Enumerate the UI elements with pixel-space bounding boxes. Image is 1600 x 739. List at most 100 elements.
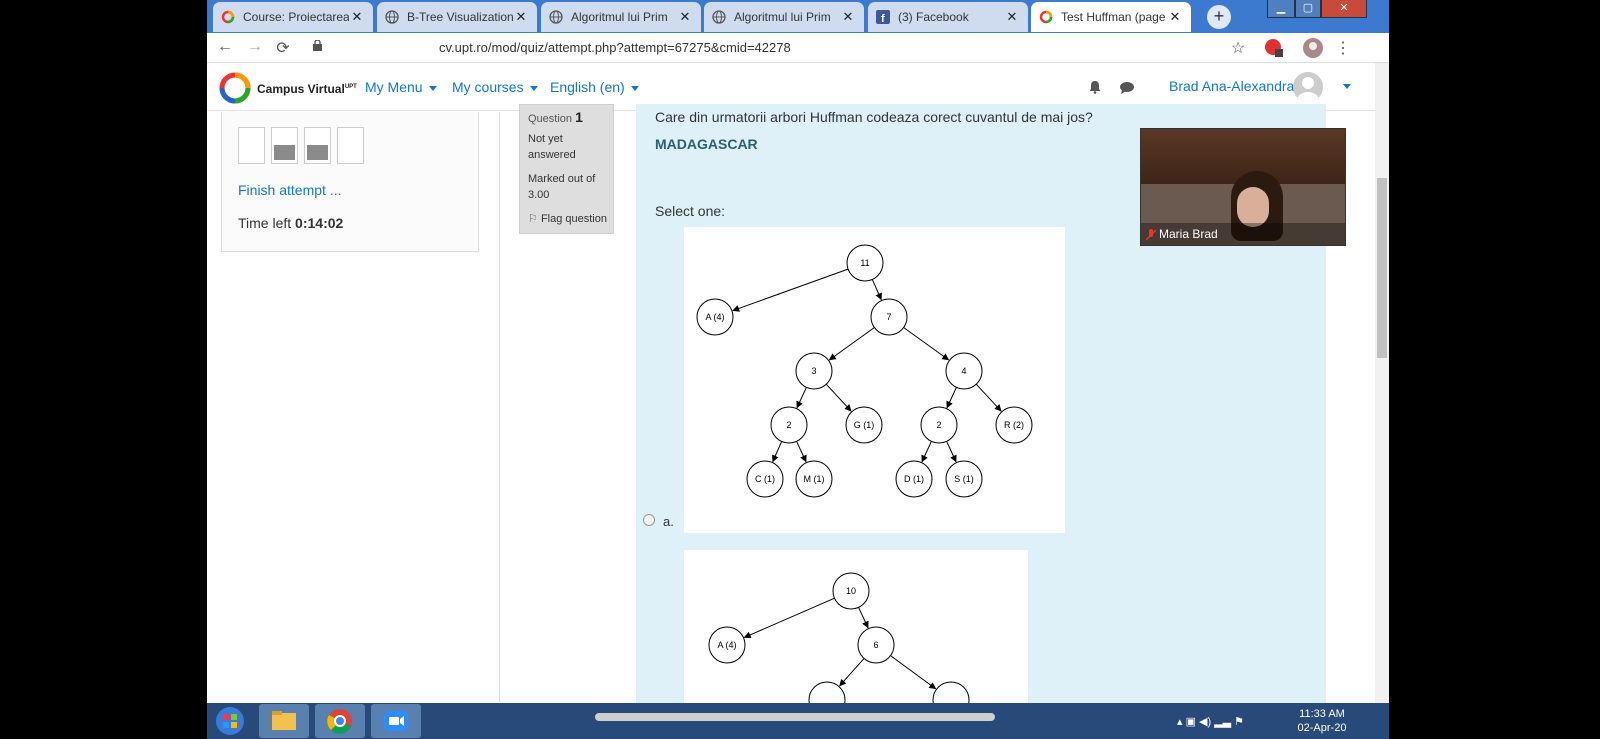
time-left-value: 0:14:02 <box>295 215 344 231</box>
url-input[interactable]: cv.upt.ro/mod/quiz/attempt.php?attempt=6… <box>307 36 1367 60</box>
logo-text: Campus VirtualUPT <box>257 82 357 96</box>
browser-tab[interactable]: Test Huffman (page 1 ✕ <box>1031 2 1191 32</box>
browser-tab[interactable]: Algoritmul lui Prim ✕ <box>541 2 701 32</box>
video-participant-name: Maria Brad <box>1159 227 1218 241</box>
tree-node: G (1) <box>845 406 883 444</box>
tree-edge <box>946 387 957 409</box>
tree-node: 2 <box>770 406 808 444</box>
taskbar-file-explorer-icon[interactable] <box>259 704 309 738</box>
moodle-icon <box>1039 10 1053 24</box>
horizontal-scroll-indicator[interactable] <box>595 713 995 721</box>
tab-label: Test Huffman (page 1 <box>1061 10 1167 24</box>
tree-node-label: 2 <box>786 420 791 430</box>
question-word: MADAGASCAR <box>655 136 758 152</box>
tree-node-label: G (1) <box>854 420 875 430</box>
quiz-navigation-block: Finish attempt ... Time left 0:14:02 <box>221 112 479 252</box>
globe-icon <box>385 10 399 24</box>
system-tray-icons[interactable]: ▴ ▣ ◀) ▂▃ ⚑ <box>1177 715 1244 728</box>
close-tab-icon[interactable]: ✕ <box>1167 9 1183 25</box>
tree-node-label: D (1) <box>904 474 924 484</box>
browser-menu-icon[interactable]: ⋮ <box>1333 38 1353 58</box>
windows-taskbar: ▴ ▣ ◀) ▂▃ ⚑ 11:33 AM 02-Apr-20 <box>207 703 1389 739</box>
globe-icon <box>712 10 726 24</box>
browser-tab[interactable]: Course: Proiectarea si✕ <box>213 2 373 32</box>
minimize-button[interactable]: ▁ <box>1267 0 1295 18</box>
tree-node: M (1) <box>795 460 833 498</box>
option-b-image: 10 A (4) 6 <box>684 550 1028 719</box>
video-call-window[interactable]: Maria Brad <box>1140 128 1346 246</box>
reload-button[interactable]: ⟳ <box>273 38 293 58</box>
bookmark-star-icon[interactable]: ☆ <box>1228 38 1248 58</box>
globe-icon <box>549 10 563 24</box>
tab-label: B-Tree Visualization <box>407 10 513 24</box>
tree-node: A (4) <box>708 626 746 664</box>
quiz-nav-question-button[interactable] <box>304 127 331 164</box>
user-avatar[interactable] <box>1293 72 1323 102</box>
tree-node: 3 <box>795 352 833 390</box>
nav-my-courses[interactable]: My courses <box>452 79 538 95</box>
close-tab-icon[interactable]: ✕ <box>1004 9 1020 25</box>
new-tab-button[interactable]: + <box>1207 5 1231 29</box>
maximize-button[interactable]: ▢ <box>1295 0 1321 18</box>
tree-edge <box>732 268 849 312</box>
video-person-face <box>1237 187 1269 227</box>
finish-attempt-link[interactable]: Finish attempt ... <box>238 182 341 198</box>
huffman-tree-b: 10 A (4) 6 <box>708 572 970 719</box>
taskbar-clock[interactable]: 11:33 AM 02-Apr-20 <box>1297 707 1347 735</box>
nav-my-menu[interactable]: My Menu <box>365 79 437 95</box>
quiz-nav-question-button[interactable] <box>271 127 298 164</box>
user-menu-caret-icon[interactable] <box>1343 84 1351 89</box>
notification-bell-icon[interactable] <box>1088 80 1102 94</box>
tab-label: (3) Facebook <box>898 10 969 24</box>
tree-edge <box>743 597 835 639</box>
quiz-nav-question-button[interactable] <box>337 127 364 164</box>
taskbar-chrome-icon[interactable] <box>315 704 365 738</box>
tree-node: 10 <box>832 572 870 610</box>
campus-virtual-logo[interactable] <box>219 72 251 104</box>
tree-edge <box>890 655 937 690</box>
tree-node-label: 2 <box>936 420 941 430</box>
flag-question-link[interactable]: ⚐ Flag question <box>528 212 607 225</box>
browser-tab[interactable]: B-Tree Visualization ✕ <box>377 2 537 32</box>
tree-edge <box>921 441 932 463</box>
browser-tab[interactable]: Algoritmul lui Prim ✕ <box>704 2 864 32</box>
clock-time: 11:33 AM <box>1299 708 1345 720</box>
moodle-icon <box>221 10 235 24</box>
tree-edge <box>871 279 882 301</box>
close-tab-icon[interactable]: ✕ <box>513 9 529 25</box>
close-tab-icon[interactable]: ✕ <box>840 9 856 25</box>
back-button[interactable]: ← <box>215 38 235 56</box>
close-tab-icon[interactable]: ✕ <box>349 9 365 25</box>
profile-avatar-icon[interactable] <box>1302 37 1324 59</box>
user-silhouette-icon <box>1297 77 1319 102</box>
tab-label: Algoritmul lui Prim <box>734 10 831 24</box>
close-window-button[interactable]: ✕ <box>1321 0 1367 18</box>
adblock-extension-icon[interactable] <box>1263 37 1285 59</box>
tree-node-label: C (1) <box>755 474 775 484</box>
tree-edge <box>796 441 807 463</box>
tree-edge <box>858 607 869 629</box>
close-tab-icon[interactable]: ✕ <box>677 9 693 25</box>
question-text: Care din urmatorii arbori Huffman codeaz… <box>655 109 1093 125</box>
windows-start-icon[interactable] <box>213 705 247 737</box>
tree-node-label: A (4) <box>705 312 724 322</box>
page-scrollbar[interactable] <box>1375 63 1389 703</box>
tree-edge <box>796 387 807 409</box>
nav-language[interactable]: English (en) <box>550 79 639 95</box>
tree-node: 7 <box>870 298 908 336</box>
user-menu-name[interactable]: Brad Ana-Alexandra <box>1169 78 1294 94</box>
tree-node: 2 <box>920 406 958 444</box>
messages-icon[interactable] <box>1119 81 1135 95</box>
tree-node: A (4) <box>696 298 734 336</box>
tree-node-label: A (4) <box>717 640 736 650</box>
muted-mic-icon <box>1146 229 1156 241</box>
option-a-radio[interactable] <box>643 514 655 526</box>
tab-label: Course: Proiectarea si <box>243 10 349 24</box>
tree-edge <box>825 383 852 412</box>
scrollbar-thumb[interactable] <box>1377 178 1387 358</box>
quiz-nav-question-button[interactable] <box>238 127 265 164</box>
browser-tab[interactable]: f (3) Facebook ✕ <box>868 2 1028 32</box>
tree-node-label: 10 <box>846 586 856 596</box>
taskbar-zoom-icon[interactable] <box>371 704 421 738</box>
forward-button[interactable]: → <box>245 38 265 56</box>
